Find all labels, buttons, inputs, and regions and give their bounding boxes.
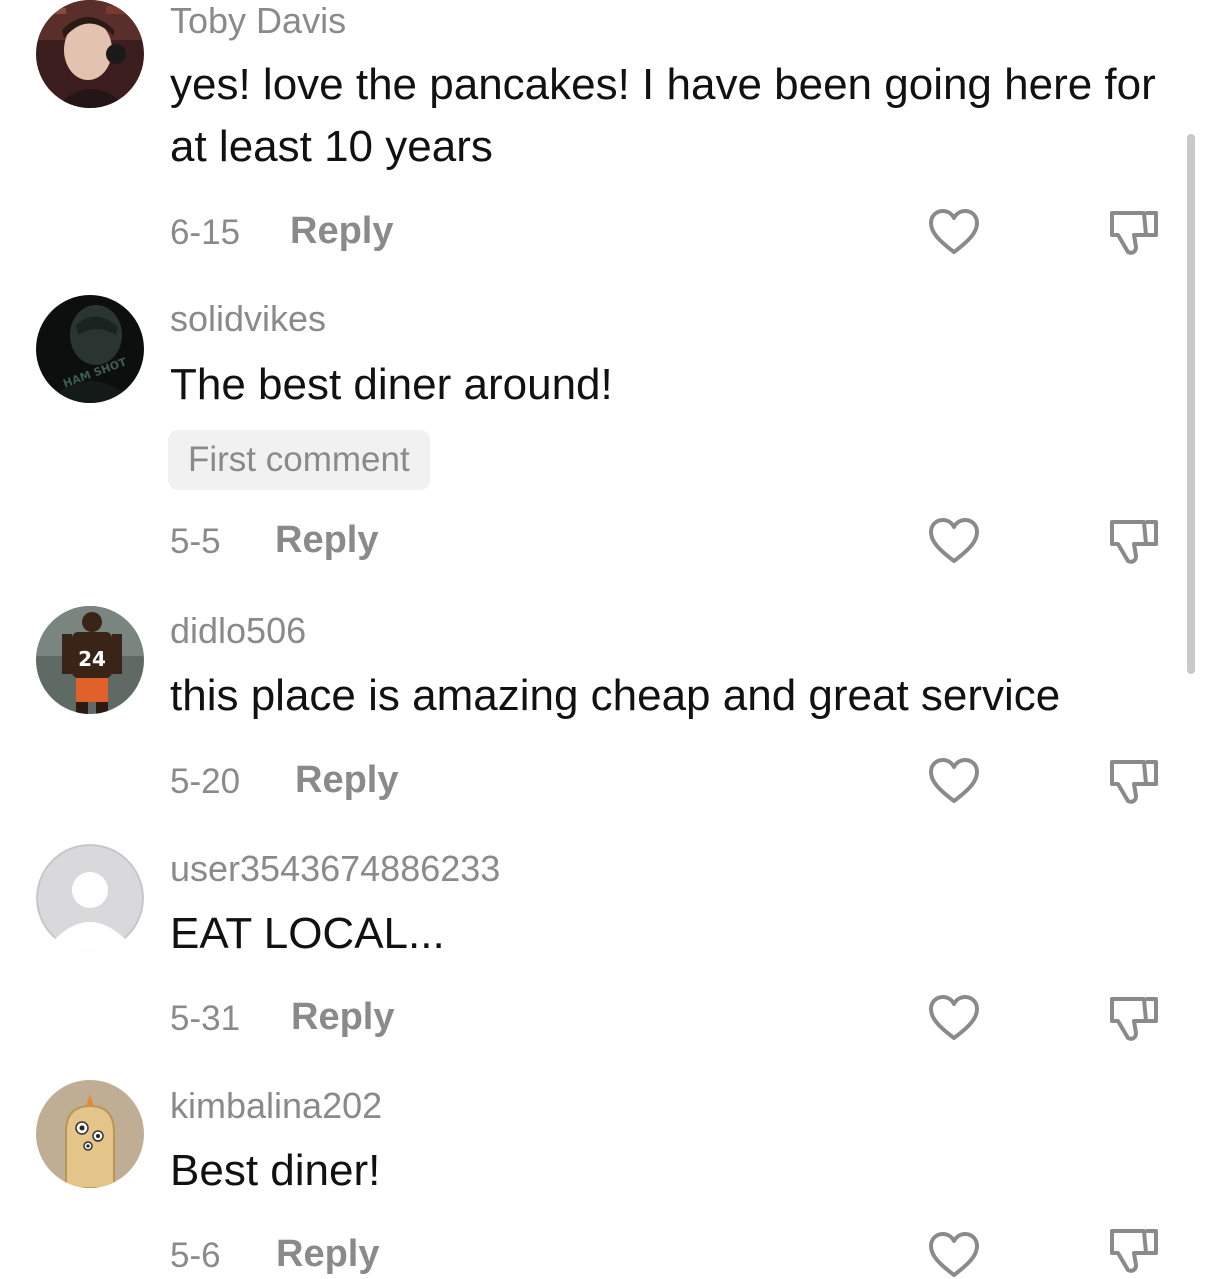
reply-button[interactable]: Reply (275, 519, 378, 562)
dislike-button[interactable] (1106, 991, 1162, 1043)
heart-icon (929, 1232, 979, 1277)
avatar[interactable]: 24 (36, 606, 144, 714)
comment-date: 5-5 (170, 522, 221, 561)
heart-icon (929, 758, 979, 803)
comment-text: The best diner around! (170, 360, 613, 409)
heart-icon (929, 995, 979, 1040)
thumbs-down-icon (1110, 760, 1158, 804)
comment-username[interactable]: user3543674886233 (170, 848, 500, 890)
comment-date: 5-20 (170, 762, 241, 801)
dislike-button[interactable] (1106, 1223, 1162, 1275)
comment-date: 6-15 (170, 213, 241, 252)
comment-date: 5-31 (170, 999, 241, 1038)
reply-button[interactable]: Reply (290, 210, 393, 253)
like-button[interactable] (928, 208, 980, 256)
heart-icon (929, 518, 979, 563)
comment-username[interactable]: didlo506 (170, 610, 306, 652)
comment-date: 5-6 (170, 1236, 221, 1275)
avatar[interactable] (36, 0, 144, 108)
reply-button[interactable]: Reply (295, 759, 398, 802)
first-comment-badge: First comment (168, 430, 430, 490)
avatar[interactable] (36, 1080, 144, 1188)
comment-text: this place is amazing cheap and great se… (170, 671, 1061, 720)
thumbs-down-icon (1110, 520, 1158, 564)
comment-username[interactable]: Toby Davis (170, 0, 346, 42)
like-button[interactable] (928, 757, 980, 805)
dislike-button[interactable] (1106, 514, 1162, 566)
like-button[interactable] (928, 517, 980, 565)
comment-text: yes! love the pancakes! I have been goin… (170, 60, 1156, 171)
comment-username[interactable]: solidvikes (170, 298, 326, 340)
dislike-button[interactable] (1106, 205, 1162, 257)
avatar[interactable] (36, 844, 144, 952)
avatar[interactable]: HAM SHOT (36, 295, 144, 403)
heart-icon (929, 209, 979, 254)
reply-button[interactable]: Reply (276, 1233, 379, 1276)
thumbs-down-icon (1110, 1229, 1158, 1273)
like-button[interactable] (928, 1231, 980, 1279)
thumbs-down-icon (1110, 997, 1158, 1041)
avatar-jersey-number: 24 (78, 647, 106, 671)
scrollbar[interactable] (1187, 134, 1195, 674)
comment-text: EAT LOCAL... (170, 909, 445, 958)
comment-text: Best diner! (170, 1146, 381, 1195)
thumbs-down-icon (1110, 211, 1158, 255)
dislike-button[interactable] (1106, 754, 1162, 806)
like-button[interactable] (928, 994, 980, 1042)
reply-button[interactable]: Reply (291, 996, 394, 1039)
comment-username[interactable]: kimbalina202 (170, 1085, 382, 1127)
